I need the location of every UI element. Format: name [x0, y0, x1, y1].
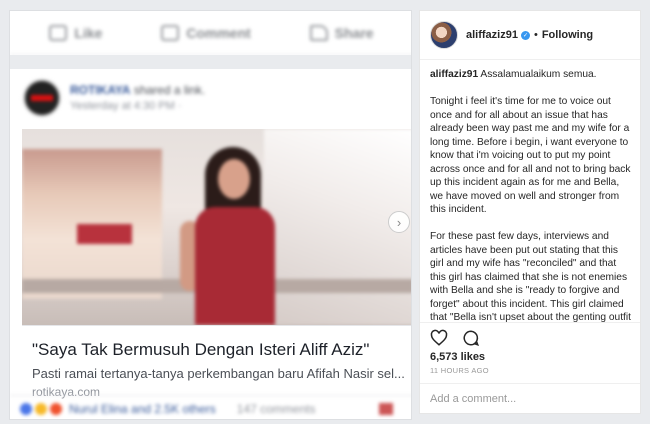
fb-page-avatar[interactable]: [23, 79, 61, 117]
ig-separator-dot: •: [533, 29, 538, 41]
ig-post-header: aliffaziz91 ✓ • Following: [420, 11, 640, 60]
fb-poster-name[interactable]: ROTIKAYA: [70, 83, 130, 97]
fb-share-label: Share: [334, 24, 374, 41]
heart-icon[interactable]: [430, 329, 448, 347]
ig-caption-paragraph-3: For these past few days, interviews and …: [430, 231, 631, 322]
ig-action-bar: [420, 322, 640, 352]
wow-reaction-icon: [50, 402, 62, 415]
fb-link-title: "Saya Tak Bermusuh Dengan Isteri Aliff A…: [32, 340, 370, 359]
instagram-panel: aliffaziz91 ✓ • Following aliffaziz91 As…: [419, 10, 641, 414]
fb-comment-button[interactable]: Comment: [161, 24, 251, 41]
ig-caption: aliffaziz91 Assalamualaikum semua. Tonig…: [430, 68, 634, 322]
ig-caption-line-1: Assalamualaikum semua.: [480, 69, 597, 80]
fb-post-time[interactable]: Yesterday at 4:30 PM ·: [70, 100, 182, 112]
fb-poster-line: ROTIKAYA shared a link.: [70, 83, 205, 97]
facebook-screenshot: Like Comment Share ROTIKAYA shared a lin…: [9, 10, 412, 420]
fb-action-bar: Like Comment Share: [10, 11, 411, 55]
fb-like-button[interactable]: Like: [49, 24, 103, 41]
photo-mall-background: [22, 149, 162, 299]
like-reaction-icon: [20, 402, 32, 415]
ig-caption-paragraph-2: Tonight i feel it's time for me to voice…: [430, 96, 631, 215]
photo-woman-face: [218, 159, 250, 199]
fb-mini-avatar: [379, 403, 393, 415]
fb-post-photo[interactable]: ›: [22, 129, 411, 325]
fb-link-preview[interactable]: "Saya Tak Bermusuh Dengan Isteri Aliff A…: [22, 325, 411, 399]
chevron-right-icon: ›: [396, 214, 402, 230]
fb-comment-label: Comment: [186, 24, 251, 41]
add-comment-input[interactable]: [430, 393, 610, 405]
fb-like-label: Like: [74, 24, 103, 41]
rotikaya-logo: [31, 95, 53, 101]
fb-reactions-bar: Nurul Elina and 2.5K others 147 comments: [10, 395, 411, 419]
ig-timestamp[interactable]: 11 HOURS AGO: [430, 366, 489, 375]
ig-comment-box: [420, 383, 640, 414]
following-button[interactable]: Following: [542, 29, 593, 41]
ig-like-count[interactable]: 6,573 likes: [430, 351, 485, 363]
fb-separator: [10, 55, 411, 69]
carousel-next-button[interactable]: ›: [388, 211, 410, 233]
ig-avatar[interactable]: [430, 21, 458, 49]
share-icon: [309, 24, 328, 41]
ig-username[interactable]: aliffaziz91: [466, 29, 518, 41]
fb-share-button[interactable]: Share: [309, 24, 374, 41]
verified-badge-icon: ✓: [520, 30, 530, 40]
fb-poster-action: shared a link.: [133, 83, 206, 97]
haha-reaction-icon: [35, 402, 47, 415]
fb-post-header: ROTIKAYA shared a link. Yesterday at 4:3…: [10, 69, 411, 125]
comment-icon: [161, 24, 180, 41]
fb-comment-count[interactable]: 147 comments: [237, 402, 316, 416]
comment-bubble-icon[interactable]: [462, 329, 480, 347]
fb-reaction-names[interactable]: Nurul Elina and 2.5K others: [69, 402, 216, 416]
fb-link-description: Pasti ramai tertanya-tanya perkembangan …: [32, 366, 404, 381]
photo-woman-dress: [195, 207, 275, 325]
thumbs-up-icon: [49, 24, 68, 41]
ig-caption-username[interactable]: aliffaziz91: [430, 69, 478, 80]
